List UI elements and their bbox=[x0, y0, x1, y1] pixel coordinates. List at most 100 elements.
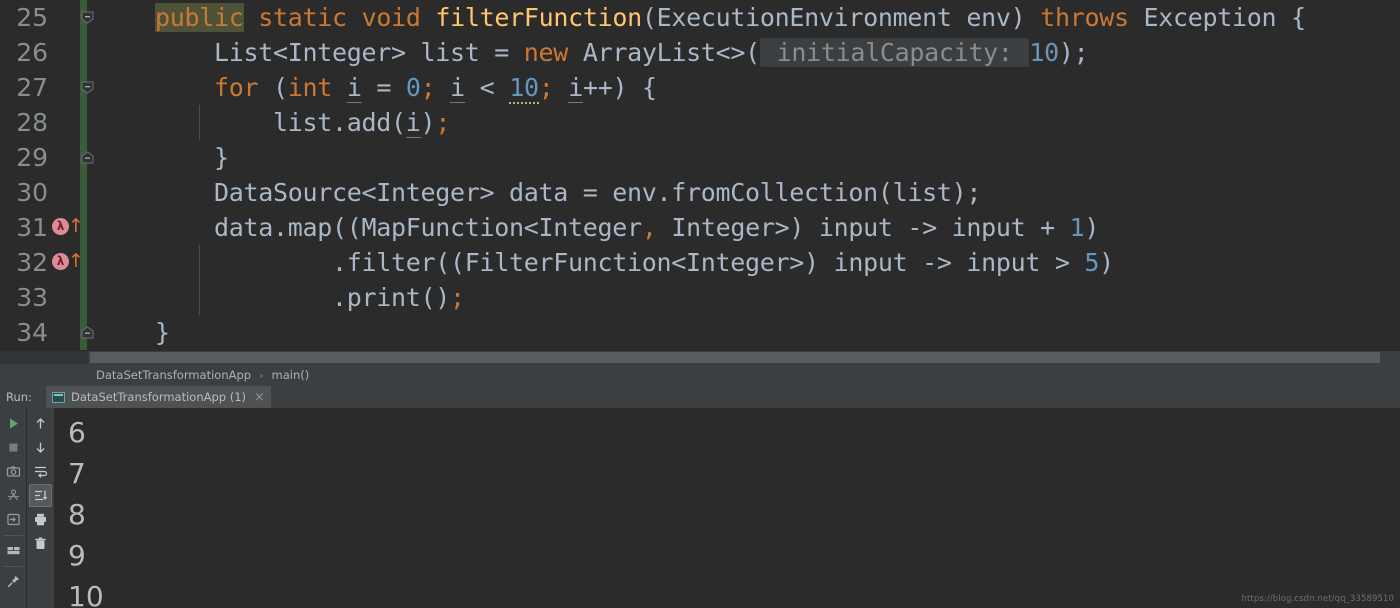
lambda-marker-icon[interactable]: λ bbox=[52, 253, 69, 270]
code-token: 10 bbox=[1029, 38, 1059, 67]
code-token: filterFunction bbox=[435, 3, 642, 32]
code-text: for (int i = 0; i < 10; i++) { bbox=[96, 70, 657, 105]
code-line[interactable]: 33 .print(); bbox=[0, 280, 1400, 315]
gutter-markers[interactable] bbox=[52, 280, 80, 315]
layout-settings-button[interactable] bbox=[2, 539, 25, 562]
code-line[interactable]: 27 for (int i = 0; i < 10; i++) { bbox=[0, 70, 1400, 105]
gutter-markers[interactable] bbox=[52, 70, 80, 105]
code-token: ( bbox=[258, 73, 288, 102]
line-number: 32 bbox=[16, 248, 48, 277]
code-token: int bbox=[287, 73, 333, 102]
code-token: i bbox=[346, 73, 362, 103]
code-token: .filter((FilterFunction<Integer>) input … bbox=[96, 248, 1085, 277]
soft-wrap-button[interactable] bbox=[29, 460, 52, 483]
breadcrumb: DataSetTransformationApp › main() bbox=[0, 364, 1400, 386]
line-number: 31 bbox=[16, 213, 48, 242]
gutter-markers[interactable] bbox=[52, 175, 80, 210]
rerun-button[interactable] bbox=[2, 412, 25, 435]
code-token: ) bbox=[1084, 213, 1100, 242]
code-token: new bbox=[523, 38, 569, 67]
code-line[interactable]: 29 } bbox=[0, 140, 1400, 175]
code-token: List<Integer> list = bbox=[96, 38, 524, 67]
close-icon[interactable]: × bbox=[254, 391, 265, 404]
code-text: public static void filterFunction(Execut… bbox=[96, 0, 1306, 35]
fold-collapse-down-icon[interactable] bbox=[81, 81, 94, 94]
gutter-bottom-filler bbox=[0, 351, 88, 364]
code-editor[interactable]: 25 public static void filterFunction(Exe… bbox=[0, 0, 1400, 350]
fold-collapse-up-icon[interactable] bbox=[81, 151, 94, 164]
code-token: DataSource<Integer> data = env.fromColle… bbox=[96, 178, 982, 207]
code-text: } bbox=[96, 315, 170, 350]
restore-layout-button[interactable] bbox=[2, 484, 25, 507]
code-text: } bbox=[96, 140, 229, 175]
code-token: static bbox=[258, 3, 347, 32]
code-line[interactable]: 28 list.add(i); bbox=[0, 105, 1400, 140]
arrow-up-icon[interactable]: ↑ bbox=[68, 250, 84, 272]
watermark: https://blog.csdn.net/qq_33589510 bbox=[1241, 594, 1394, 604]
code-token: ; bbox=[435, 108, 451, 137]
line-number: 29 bbox=[16, 143, 48, 172]
code-token: < bbox=[464, 73, 510, 102]
gutter-markers[interactable] bbox=[52, 105, 80, 140]
pin-tab-button[interactable] bbox=[2, 570, 25, 593]
arrow-up-icon[interactable]: ↑ bbox=[68, 215, 84, 237]
scroll-to-end-button[interactable] bbox=[29, 484, 52, 507]
lambda-marker-icon[interactable]: λ bbox=[52, 218, 69, 235]
code-token: = bbox=[361, 73, 406, 102]
code-token: ); bbox=[1058, 38, 1089, 67]
dump-threads-button[interactable] bbox=[2, 460, 25, 483]
print-button[interactable] bbox=[29, 508, 52, 531]
console-output[interactable]: 6 7 8 9 10 bbox=[54, 408, 1400, 608]
code-text: List<Integer> list = new ArrayList<>( in… bbox=[96, 35, 1089, 70]
code-token: Exception { bbox=[1128, 3, 1306, 32]
code-token: i bbox=[405, 108, 421, 138]
gutter-markers[interactable] bbox=[52, 0, 80, 35]
editor-hscrollbar-thumb[interactable] bbox=[90, 352, 1380, 363]
gutter-markers[interactable] bbox=[52, 140, 80, 175]
code-line[interactable]: 30 DataSource<Integer> data = env.fromCo… bbox=[0, 175, 1400, 210]
scroll-to-end-icon bbox=[35, 490, 48, 501]
code-lines-container[interactable]: 25 public static void filterFunction(Exe… bbox=[0, 0, 1400, 350]
down-the-stack-trace-button[interactable] bbox=[29, 436, 52, 459]
code-token: (ExecutionEnvironment env) bbox=[641, 3, 1041, 32]
up-the-stack-trace-button[interactable] bbox=[29, 412, 52, 435]
run-toolbar-left[interactable] bbox=[0, 408, 27, 608]
code-text: data.map((MapFunction<Integer, Integer>)… bbox=[96, 210, 1099, 245]
gutter-markers[interactable]: λ ↑ bbox=[52, 245, 84, 280]
console-output-line: 10 bbox=[68, 580, 104, 608]
code-token: ; bbox=[420, 73, 436, 102]
gutter-markers[interactable] bbox=[52, 35, 80, 70]
run-toolbar-right[interactable] bbox=[27, 408, 54, 608]
code-token: void bbox=[361, 3, 421, 32]
gutter-markers[interactable]: λ ↑ bbox=[52, 210, 84, 245]
toolbar-divider bbox=[3, 535, 23, 536]
code-line[interactable]: 32 λ ↑ .filter((FilterFunction<Integer>) i… bbox=[0, 245, 1400, 280]
fold-collapse-down-icon[interactable] bbox=[81, 11, 94, 24]
code-token: Integer>) input -> input + bbox=[656, 213, 1070, 242]
code-line[interactable]: 31 λ ↑ data.map((MapFunction<Integer, Inte… bbox=[0, 210, 1400, 245]
code-line[interactable]: 26 List<Integer> list = new ArrayList<>(… bbox=[0, 35, 1400, 70]
console-output-line: 6 bbox=[68, 416, 86, 449]
code-token: 5 bbox=[1084, 248, 1100, 277]
code-token: ArrayList<>( bbox=[568, 38, 760, 67]
code-line[interactable]: 25 public static void filterFunction(Exe… bbox=[0, 0, 1400, 35]
fold-collapse-up-icon[interactable] bbox=[81, 326, 94, 339]
stop-button[interactable] bbox=[2, 436, 25, 459]
clear-all-button[interactable] bbox=[29, 532, 52, 555]
gutter-markers[interactable] bbox=[52, 315, 80, 350]
code-line[interactable]: 34 } bbox=[0, 315, 1400, 350]
code-token: ++) { bbox=[583, 73, 657, 102]
import-icon bbox=[6, 513, 20, 526]
run-tab-datasettransformationapp[interactable]: DataSetTransformationApp (1) × bbox=[46, 386, 271, 408]
breadcrumb-class[interactable]: DataSetTransformationApp bbox=[96, 368, 251, 382]
code-token: initialCapacity: bbox=[759, 38, 1030, 67]
breadcrumb-separator-icon: › bbox=[259, 368, 264, 382]
import-button[interactable] bbox=[2, 508, 25, 531]
code-token: , bbox=[641, 213, 657, 242]
stop-icon bbox=[9, 443, 17, 452]
breadcrumb-method[interactable]: main() bbox=[272, 368, 310, 382]
